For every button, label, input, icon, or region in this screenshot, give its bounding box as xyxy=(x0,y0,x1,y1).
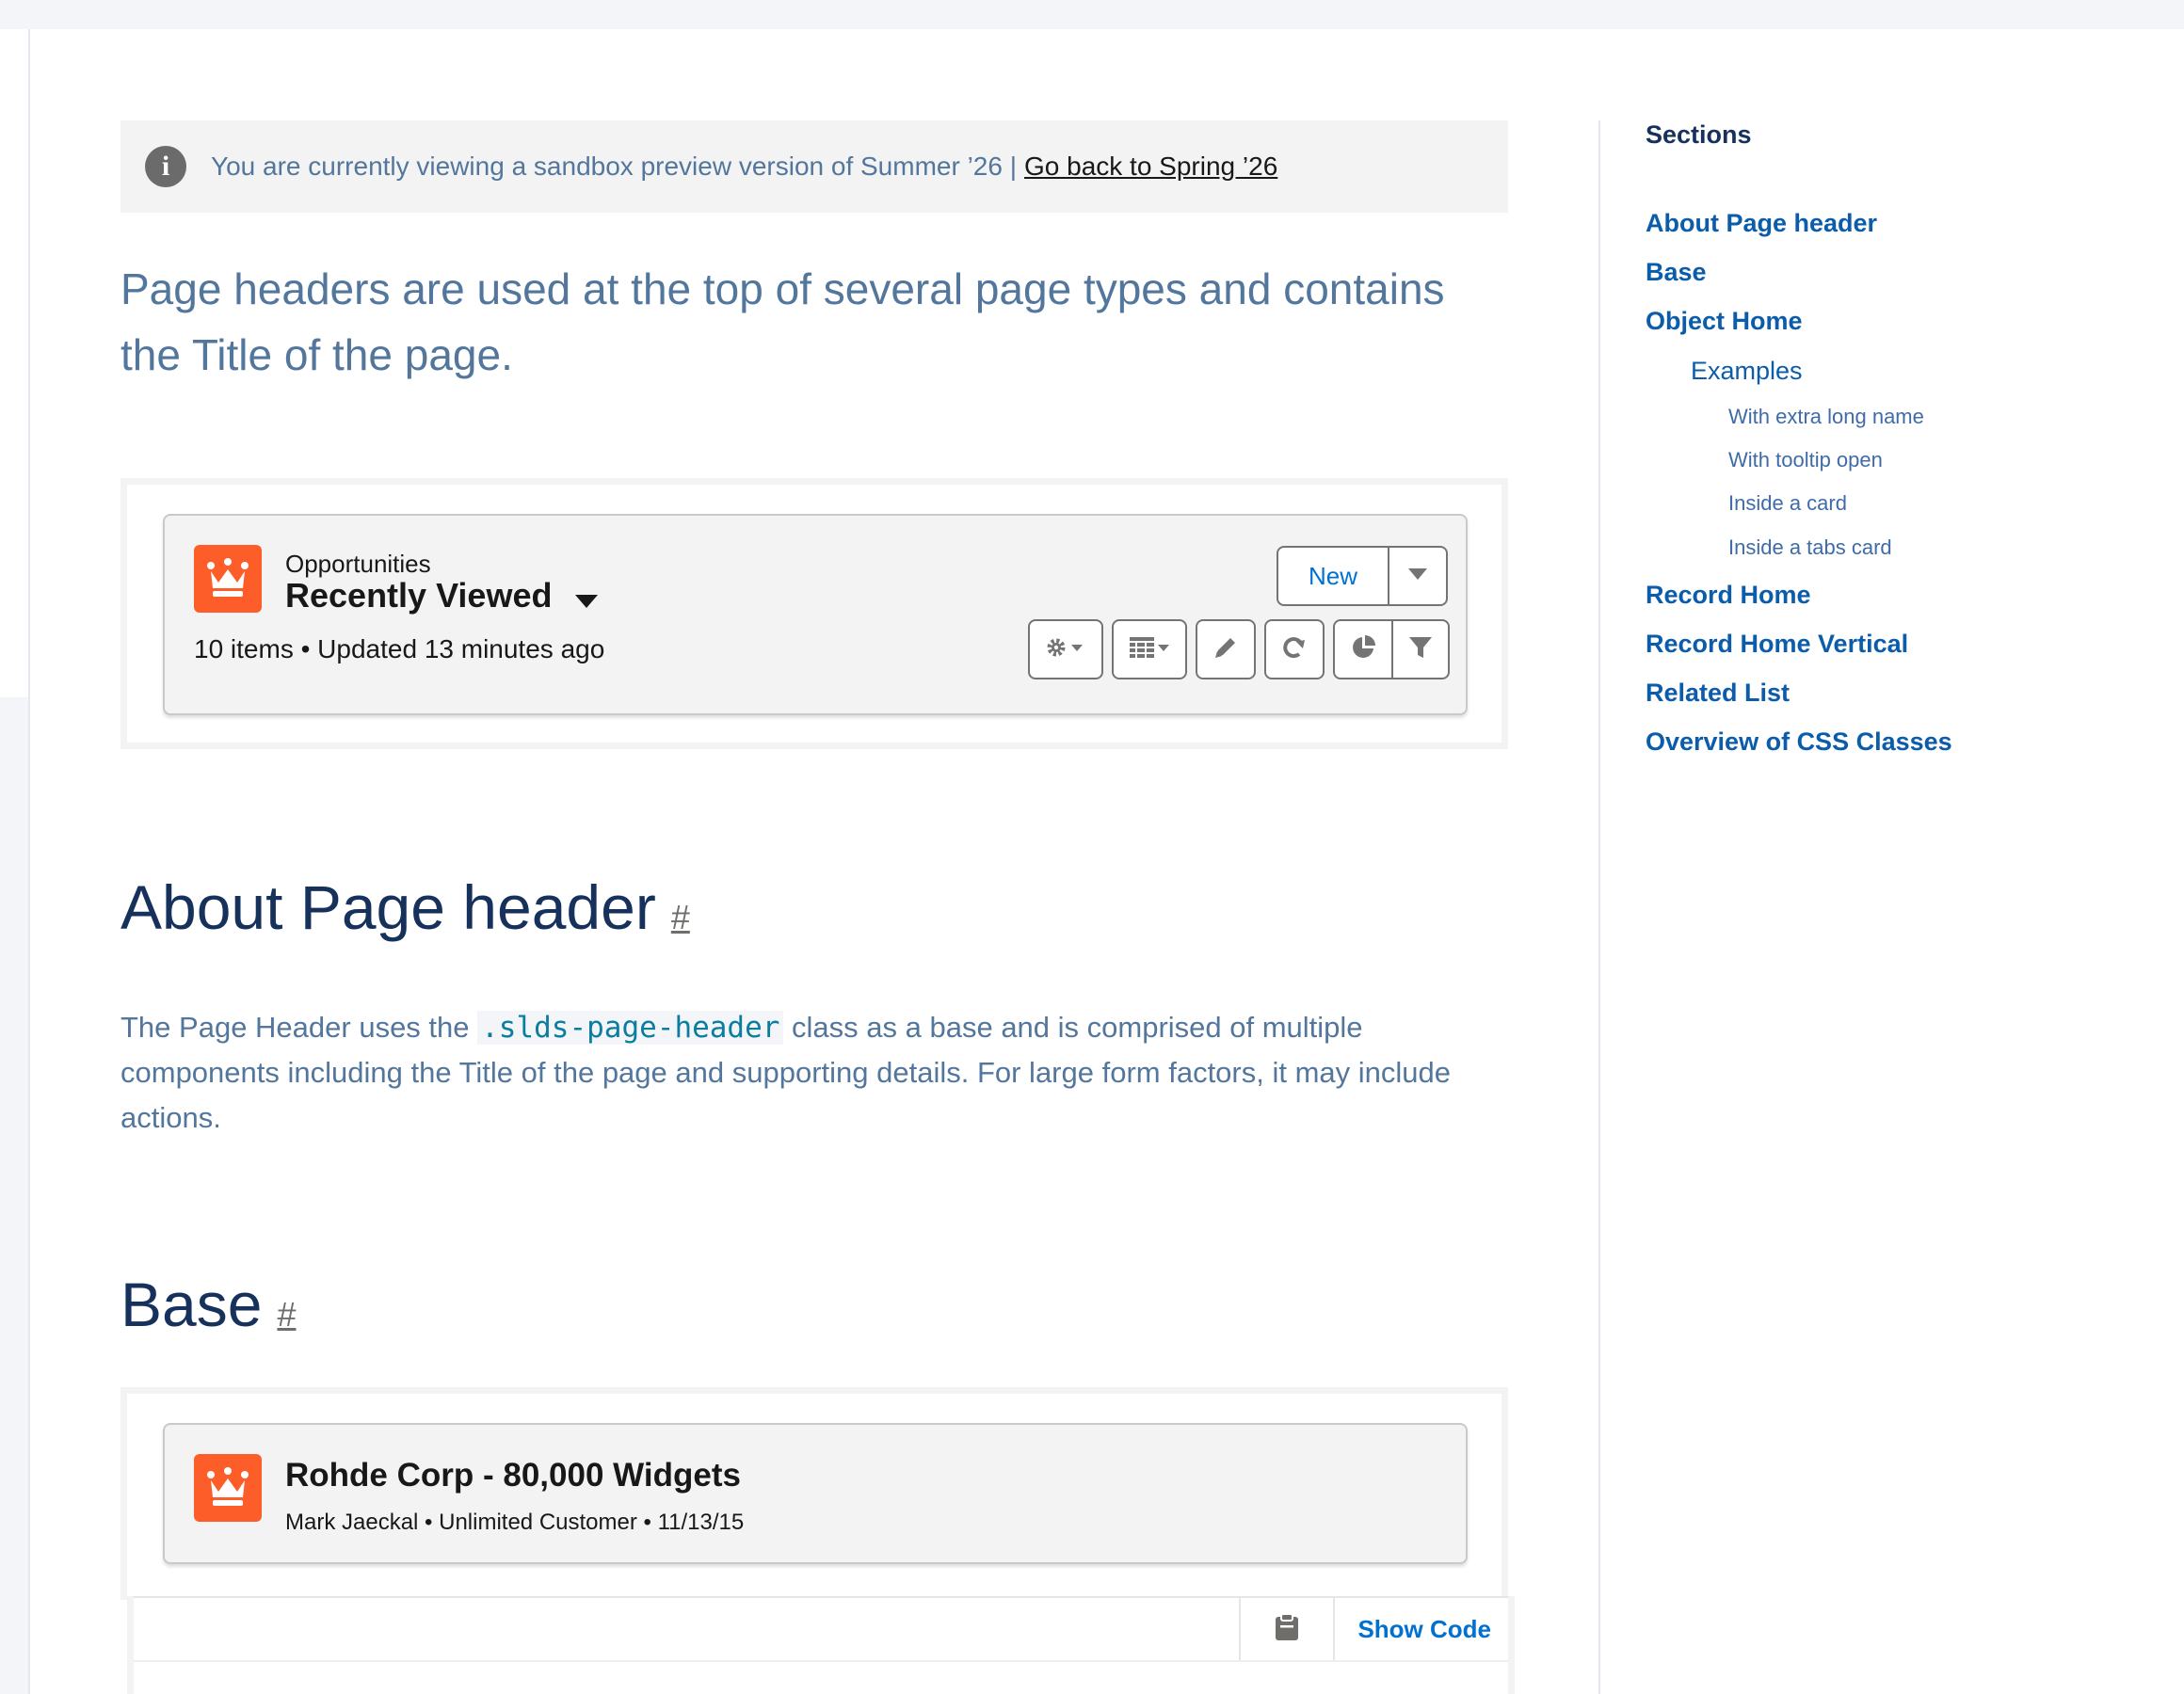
about-anchor-link[interactable]: # xyxy=(671,898,690,936)
go-back-link[interactable]: Go back to Spring ’26 xyxy=(1024,152,1277,182)
code-bar: Show Code xyxy=(134,1596,1508,1662)
toc-object-home[interactable]: Object Home xyxy=(1646,307,1803,336)
toc-inside-a-tabs-card[interactable]: Inside a tabs card xyxy=(1728,535,1892,560)
notice-text: You are currently viewing a sandbox prev… xyxy=(211,152,1017,181)
chevron-down-icon[interactable] xyxy=(574,578,599,617)
top-bar xyxy=(0,0,2184,29)
list-view-title[interactable]: Recently Viewed xyxy=(285,576,599,617)
toc-record-home-vertical[interactable]: Record Home Vertical xyxy=(1646,630,1908,659)
chart-icon xyxy=(1350,634,1376,665)
base-heading: Base # xyxy=(120,1269,296,1340)
toc-with-tooltip-open[interactable]: With tooltip open xyxy=(1728,448,1883,472)
sections-sidebar: Sections About Page header Base Object H… xyxy=(1598,120,2184,1694)
left-rail xyxy=(0,29,30,697)
copy-code-button[interactable] xyxy=(1239,1598,1335,1660)
new-button-label: New xyxy=(1308,561,1357,590)
filter-button[interactable] xyxy=(1391,619,1450,679)
sandbox-notice: i You are currently viewing a sandbox pr… xyxy=(120,120,1508,213)
list-meta: 10 items • Updated 13 minutes ago xyxy=(194,634,605,663)
display-as-button[interactable] xyxy=(1112,619,1187,679)
chevron-down-icon xyxy=(1407,567,1428,585)
about-text: The Page Header uses the .slds-page-head… xyxy=(120,1005,1508,1141)
example-frame-base: Rohde Corp - 80,000 Widgets Mark Jaeckal… xyxy=(120,1387,1508,1600)
charts-button[interactable] xyxy=(1333,619,1393,679)
clipboard-icon xyxy=(1275,1612,1299,1646)
gear-icon xyxy=(1045,636,1086,663)
toc-inside-a-card[interactable]: Inside a card xyxy=(1728,491,1847,516)
list-view-title-text: Recently Viewed xyxy=(285,576,553,615)
page-header-base: Rohde Corp - 80,000 Widgets Mark Jaeckal… xyxy=(163,1423,1468,1564)
edit-button[interactable] xyxy=(1196,619,1256,679)
toc-about-page-header[interactable]: About Page header xyxy=(1646,209,1877,238)
toc-record-home[interactable]: Record Home xyxy=(1646,581,1811,610)
new-menu-button[interactable] xyxy=(1388,546,1448,606)
css-class-code: .slds-page-header xyxy=(477,1011,784,1045)
about-text-before: The Page Header uses the xyxy=(120,1011,478,1044)
filter-icon xyxy=(1407,634,1434,665)
base-anchor-link[interactable]: # xyxy=(277,1295,296,1334)
page-header: Opportunities Recently Viewed 10 items •… xyxy=(163,514,1468,715)
intro-text: Page headers are used at the top of seve… xyxy=(120,264,1445,379)
table-icon xyxy=(1128,635,1171,664)
record-title: Rohde Corp - 80,000 Widgets xyxy=(285,1457,741,1494)
pencil-icon xyxy=(1212,634,1239,665)
new-button[interactable]: New xyxy=(1277,546,1389,606)
toc-with-extra-long-name[interactable]: With extra long name xyxy=(1728,405,1924,429)
info-icon: i xyxy=(145,146,186,187)
crown-icon xyxy=(194,545,262,613)
toc-related-list[interactable]: Related List xyxy=(1646,679,1790,708)
object-name: Opportunities xyxy=(285,550,431,578)
toc-examples[interactable]: Examples xyxy=(1691,357,1803,386)
about-heading: About Page header # xyxy=(120,871,690,943)
refresh-button[interactable] xyxy=(1264,619,1325,679)
crown-icon xyxy=(194,1454,262,1522)
code-toolbar: Show Code xyxy=(127,1596,1515,1694)
sidebar-heading: Sections xyxy=(1646,120,1752,149)
base-heading-text: Base xyxy=(120,1270,263,1339)
show-code-button[interactable]: Show Code xyxy=(1357,1598,1491,1660)
refresh-icon xyxy=(1281,634,1308,665)
record-meta: Mark Jaeckal • Unlimited Customer • 11/1… xyxy=(285,1510,745,1535)
example-frame-object-home: Opportunities Recently Viewed 10 items •… xyxy=(120,478,1508,749)
settings-button[interactable] xyxy=(1028,619,1103,679)
about-heading-text: About Page header xyxy=(120,872,656,942)
toc-overview-css-classes[interactable]: Overview of CSS Classes xyxy=(1646,727,1952,757)
left-rail-lower xyxy=(0,697,30,1694)
toc-base[interactable]: Base xyxy=(1646,258,1707,287)
